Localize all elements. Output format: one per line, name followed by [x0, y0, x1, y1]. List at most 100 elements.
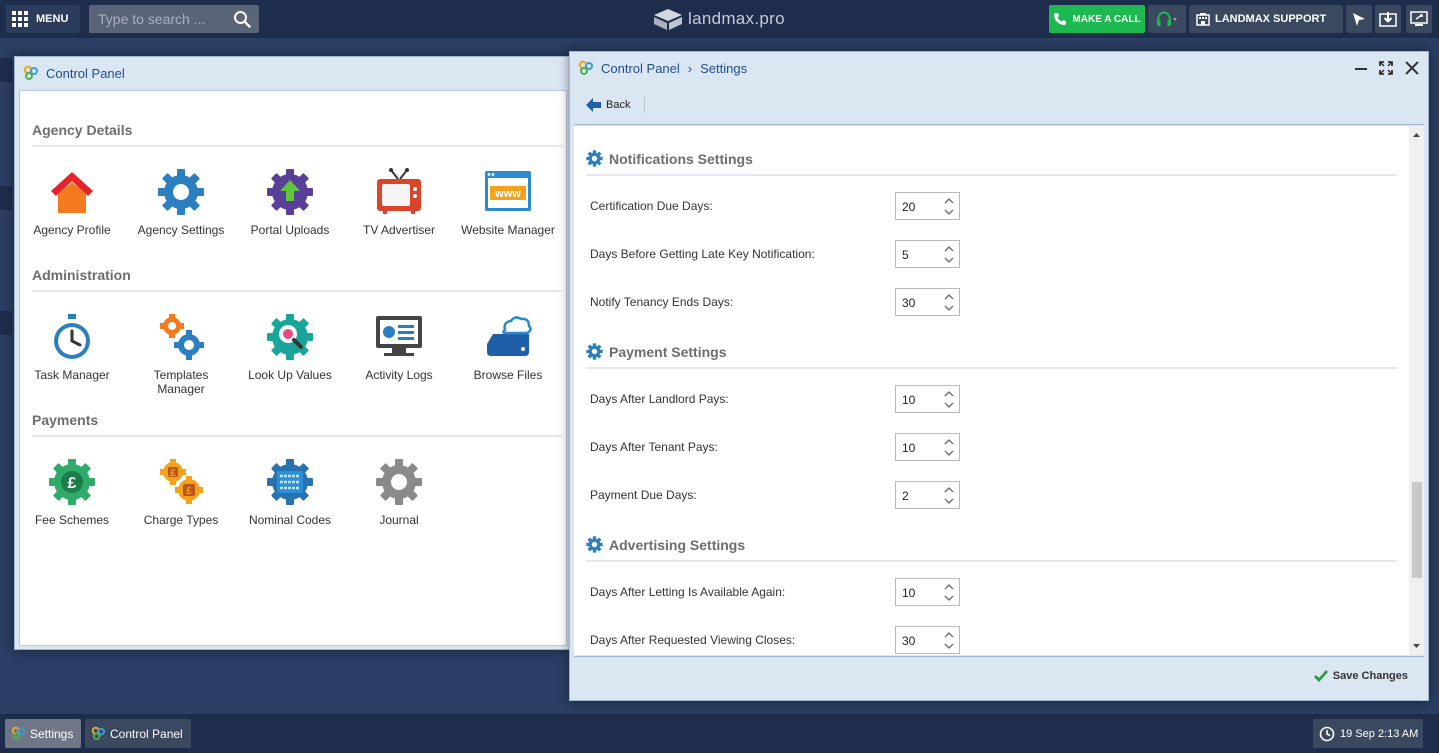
landmax-support-button[interactable]: LANDMAX SUPPORT: [1189, 5, 1343, 33]
stepper-arrows-icon[interactable]: [939, 241, 959, 267]
gear-icon: [158, 169, 204, 215]
group-divider: [586, 174, 1397, 176]
settings-titlebar[interactable]: Control Panel › Settings: [570, 52, 1428, 84]
tile-label: Website Manager: [461, 223, 555, 237]
tile-tv-advertiser[interactable]: TV Advertiser: [349, 167, 449, 237]
tile-task-manager[interactable]: Task Manager: [22, 312, 122, 382]
stepper-value: 20: [902, 200, 916, 214]
minimize-button[interactable]: [1350, 58, 1372, 78]
search-input[interactable]: [89, 5, 229, 33]
group-divider: [586, 560, 1397, 562]
checkmark-icon: [1313, 670, 1328, 682]
gear-icon: [586, 343, 603, 360]
phone-icon: [1054, 13, 1067, 25]
taskbar-item-label: Control Panel: [110, 726, 183, 741]
tile-journal[interactable]: Journal: [349, 457, 449, 527]
scroll-up-icon[interactable]: [1409, 129, 1424, 141]
stepper-arrows-icon[interactable]: [939, 482, 959, 508]
stopwatch-icon: [54, 314, 90, 359]
clock-text: 19 Sep 2:13 AM: [1340, 727, 1419, 740]
tile-label: Journal: [379, 513, 419, 527]
tile-portal-uploads[interactable]: Portal Uploads: [240, 167, 340, 237]
close-button[interactable]: [1401, 58, 1423, 78]
control-panel-body: Agency Details Agency Profile Agency Set…: [19, 90, 567, 646]
menu-button[interactable]: MENU: [6, 5, 80, 33]
tile-agency-profile[interactable]: Agency Profile: [22, 167, 122, 237]
requested-viewing-closes-stepper[interactable]: 30: [895, 626, 960, 654]
headset-dropdown-button[interactable]: [1148, 5, 1186, 33]
days-after-tenant-pays-stepper[interactable]: 10: [895, 433, 960, 461]
taskbar: Settings Control Panel 19 Sep 2:13 AM: [0, 714, 1439, 753]
close-icon: [1405, 61, 1419, 75]
notify-tenancy-ends-stepper[interactable]: 30: [895, 288, 960, 316]
megaphone-icon: [1353, 13, 1365, 26]
stepper-arrows-icon[interactable]: [939, 386, 959, 412]
minimize-icon: [1355, 68, 1367, 70]
landmax-logo: landmax.pro: [652, 6, 785, 32]
scroll-down-icon[interactable]: [1409, 640, 1424, 652]
stepper-arrows-icon[interactable]: [939, 289, 959, 315]
make-a-call-button[interactable]: MAKE A CALL: [1049, 5, 1145, 33]
control-panel-titlebar[interactable]: Control Panel: [15, 57, 571, 89]
tile-activity-logs[interactable]: Activity Logs: [349, 312, 449, 382]
tile-label: Look Up Values: [248, 368, 332, 382]
taskbar-clock[interactable]: 19 Sep 2:13 AM: [1313, 719, 1423, 748]
stepper-arrows-icon[interactable]: [939, 579, 959, 605]
tile-templates-manager[interactable]: Templates Manager: [131, 312, 231, 396]
screen-button[interactable]: [1406, 5, 1432, 33]
field-label-payment-due-days: Payment Due Days:: [590, 488, 697, 502]
taskbar-item-label: Settings: [30, 726, 74, 741]
save-changes-button[interactable]: Save Changes: [1313, 670, 1408, 682]
control-panel-logo-icon: [23, 65, 38, 80]
logo-text: landmax.pro: [688, 9, 785, 28]
tile-website-manager[interactable]: www Website Manager: [458, 167, 558, 237]
field-label-days-after-tenant-pays: Days After Tenant Pays:: [590, 440, 718, 454]
settings-form: Notifications Settings Certification Due…: [574, 126, 1424, 655]
section-title-payments: Payments: [32, 412, 99, 428]
taskbar-item-settings[interactable]: Settings: [5, 719, 82, 748]
days-after-landlord-pays-stepper[interactable]: 10: [895, 385, 960, 413]
vertical-scrollbar[interactable]: [1409, 126, 1424, 655]
section-title-administration: Administration: [32, 267, 131, 283]
building-icon: [1196, 13, 1210, 26]
taskbar-item-control-panel[interactable]: Control Panel: [85, 719, 191, 748]
maximize-button[interactable]: [1375, 58, 1397, 78]
tile-nominal-codes[interactable]: Nominal Codes: [240, 457, 340, 527]
announce-button[interactable]: [1346, 5, 1372, 33]
search-icon[interactable]: [233, 10, 251, 28]
back-button[interactable]: Back: [586, 97, 630, 113]
tile-browse-files[interactable]: Browse Files: [458, 312, 558, 382]
breadcrumb-root[interactable]: Control Panel: [601, 61, 680, 76]
payment-due-days-stepper[interactable]: 2: [895, 481, 960, 509]
window-title: Control Panel: [46, 65, 125, 81]
tile-fee-schemes[interactable]: £ Fee Schemes: [22, 457, 122, 527]
tile-agency-settings[interactable]: Agency Settings: [131, 167, 231, 237]
scrollbar-thumb[interactable]: [1412, 482, 1422, 578]
field-label-notify-tenancy-ends: Notify Tenancy Ends Days:: [590, 295, 734, 309]
stepper-arrows-icon[interactable]: [939, 193, 959, 219]
group-title-advertising: Advertising Settings: [586, 536, 745, 553]
grid-menu-icon: [12, 11, 28, 27]
tile-label: Fee Schemes: [34, 513, 110, 527]
tile-charge-types[interactable]: £ £ Charge Types: [131, 457, 231, 527]
late-key-notification-stepper[interactable]: 5: [895, 240, 960, 268]
tile-label: Task Manager: [34, 368, 110, 382]
tile-look-up-values[interactable]: Look Up Values: [240, 312, 340, 382]
back-label: Back: [606, 99, 631, 111]
download-button[interactable]: [1375, 5, 1401, 33]
control-panel-logo-icon: [91, 726, 106, 741]
monitor-icon: [1410, 11, 1428, 26]
make-a-call-label: MAKE A CALL: [1072, 13, 1141, 25]
settings-window: Control Panel › Settings Back Notificati…: [569, 51, 1429, 701]
desktop-edge-mark: [0, 311, 12, 335]
magnifier-gear-icon: [267, 314, 313, 360]
stepper-arrows-icon[interactable]: [939, 434, 959, 460]
letting-available-again-stepper[interactable]: 10: [895, 578, 960, 606]
svg-text:£: £: [170, 468, 176, 479]
gray-gear-icon: [376, 459, 422, 505]
stepper-arrows-icon[interactable]: [939, 627, 959, 653]
house-icon: [51, 172, 93, 213]
certification-due-days-stepper[interactable]: 20: [895, 192, 960, 220]
field-label-certification-due-days: Certification Due Days:: [590, 199, 713, 213]
section-divider: [32, 435, 562, 437]
